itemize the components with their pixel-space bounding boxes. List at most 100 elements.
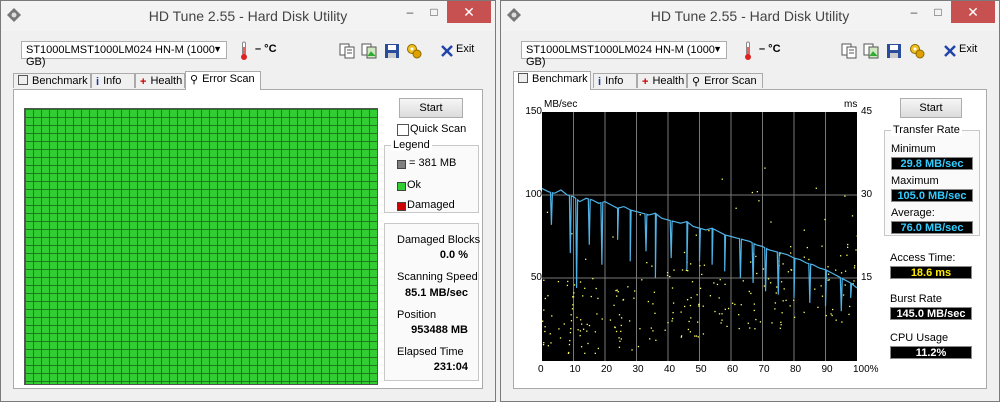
access-time-point: [844, 195, 846, 197]
access-time-point: [672, 302, 675, 304]
access-time-point: [731, 302, 734, 304]
access-time-point: [748, 290, 750, 293]
drive-select[interactable]: ST1000LMST1000LM024 HN-M (1000 GB) ▼: [521, 41, 727, 68]
access-time-point: [754, 328, 756, 330]
access-time-point: [716, 283, 719, 286]
access-time-point: [557, 280, 560, 283]
access-time-point: [770, 282, 772, 284]
access-time-point: [851, 215, 854, 217]
access-time-point: [820, 285, 822, 287]
access-time-point: [840, 272, 843, 274]
y-axis-unit: MB/sec: [544, 99, 578, 110]
access-time-point: [579, 281, 582, 283]
access-time-point: [651, 265, 653, 267]
quick-scan-checkbox[interactable]: [397, 124, 409, 136]
exit-icon[interactable]: [944, 45, 956, 57]
access-time-point: [780, 321, 782, 323]
access-time-point: [579, 330, 582, 332]
save-icon[interactable]: [886, 43, 902, 59]
access-time-point: [680, 336, 682, 338]
copy-text-icon[interactable]: [339, 43, 355, 59]
access-time-point: [580, 346, 583, 348]
access-time-point: [753, 303, 755, 305]
tab-health[interactable]: + Health: [135, 73, 185, 88]
access-time-point: [573, 284, 576, 286]
y-tick-label: 100: [525, 189, 542, 200]
access-time-point: [601, 318, 603, 320]
save-icon[interactable]: [384, 43, 400, 59]
access-time-point: [683, 305, 686, 308]
access-time-point: [570, 320, 573, 322]
access-time-point: [687, 328, 690, 331]
access-time-point: [633, 297, 635, 299]
access-time-point: [695, 234, 697, 236]
access-time-point: [563, 323, 565, 325]
access-time-point: [721, 313, 723, 315]
title-bar[interactable]: HD Tune 2.55 - Hard Disk Utility – □ ✕: [501, 1, 999, 31]
damaged-blocks-label: Damaged Blocks: [397, 234, 481, 246]
access-time-point: [774, 308, 776, 310]
access-time-point: [586, 323, 588, 326]
x-tick-label: 80: [790, 364, 802, 375]
tab-benchmark[interactable]: Benchmark: [513, 71, 591, 90]
access-time-point: [592, 278, 594, 280]
access-time-point: [652, 303, 654, 305]
access-time-point: [849, 305, 851, 308]
maximize-button[interactable]: □: [421, 1, 447, 23]
access-time-point: [580, 319, 582, 321]
start-button[interactable]: Start: [900, 98, 962, 118]
access-time-point: [750, 292, 752, 295]
access-time-point: [619, 340, 621, 342]
access-time-point: [749, 327, 751, 329]
access-time-point: [586, 330, 588, 332]
access-time-point: [620, 338, 622, 340]
access-time-point: [628, 320, 631, 322]
access-time-point: [790, 246, 792, 248]
access-time-point: [699, 287, 702, 289]
access-time-point: [612, 236, 614, 238]
access-time-point: [544, 326, 546, 328]
scan-block-grid: [24, 108, 378, 385]
access-time-point: [727, 307, 730, 310]
minimize-button[interactable]: –: [901, 1, 927, 23]
options-icon[interactable]: [406, 43, 422, 59]
tab-benchmark[interactable]: Benchmark: [13, 73, 91, 88]
access-time-point: [830, 313, 832, 315]
exit-icon[interactable]: [441, 45, 453, 57]
exit-button[interactable]: Exit: [456, 43, 474, 55]
tab-info[interactable]: i Info: [593, 73, 637, 88]
drive-select[interactable]: ST1000LMST1000LM024 HN-M (1000 GB) ▼: [21, 41, 227, 68]
copy-text-icon[interactable]: [841, 43, 857, 59]
title-bar[interactable]: HD Tune 2.55 - Hard Disk Utility – □ ✕: [1, 1, 495, 31]
options-icon[interactable]: [909, 43, 925, 59]
close-button[interactable]: ✕: [951, 1, 995, 23]
access-time-point: [702, 333, 705, 335]
error-scan-panel: Start Quick Scan Legend = 381 MB Ok Dama…: [13, 89, 483, 389]
maximize-button[interactable]: □: [925, 1, 951, 23]
tab-error-scan[interactable]: ⚲ Error Scan: [687, 73, 763, 88]
minimize-button[interactable]: –: [397, 1, 423, 23]
access-time-point: [587, 342, 589, 345]
exit-button[interactable]: Exit: [959, 43, 977, 55]
access-time-point: [806, 246, 808, 249]
tab-health[interactable]: + Health: [637, 73, 687, 88]
tab-info[interactable]: i Info: [91, 73, 135, 88]
x-tick-label: 70: [758, 364, 770, 375]
health-cross-icon: +: [642, 76, 649, 88]
access-time-point: [631, 349, 633, 351]
tab-error-scan[interactable]: ⚲ Error Scan: [185, 71, 261, 90]
access-time-point: [542, 343, 545, 346]
benchmark-icon: [18, 75, 28, 85]
start-button[interactable]: Start: [399, 98, 463, 118]
copy-image-icon[interactable]: [361, 43, 377, 59]
access-time-point: [841, 321, 843, 323]
access-time-point: [581, 323, 583, 325]
access-time-point: [714, 310, 716, 313]
access-time-point: [695, 335, 698, 337]
access-time-point: [641, 279, 643, 281]
access-time-point: [734, 303, 736, 306]
access-time-point: [835, 269, 837, 271]
copy-image-icon[interactable]: [863, 43, 879, 59]
close-button[interactable]: ✕: [447, 1, 491, 23]
access-time-point: [639, 328, 641, 330]
